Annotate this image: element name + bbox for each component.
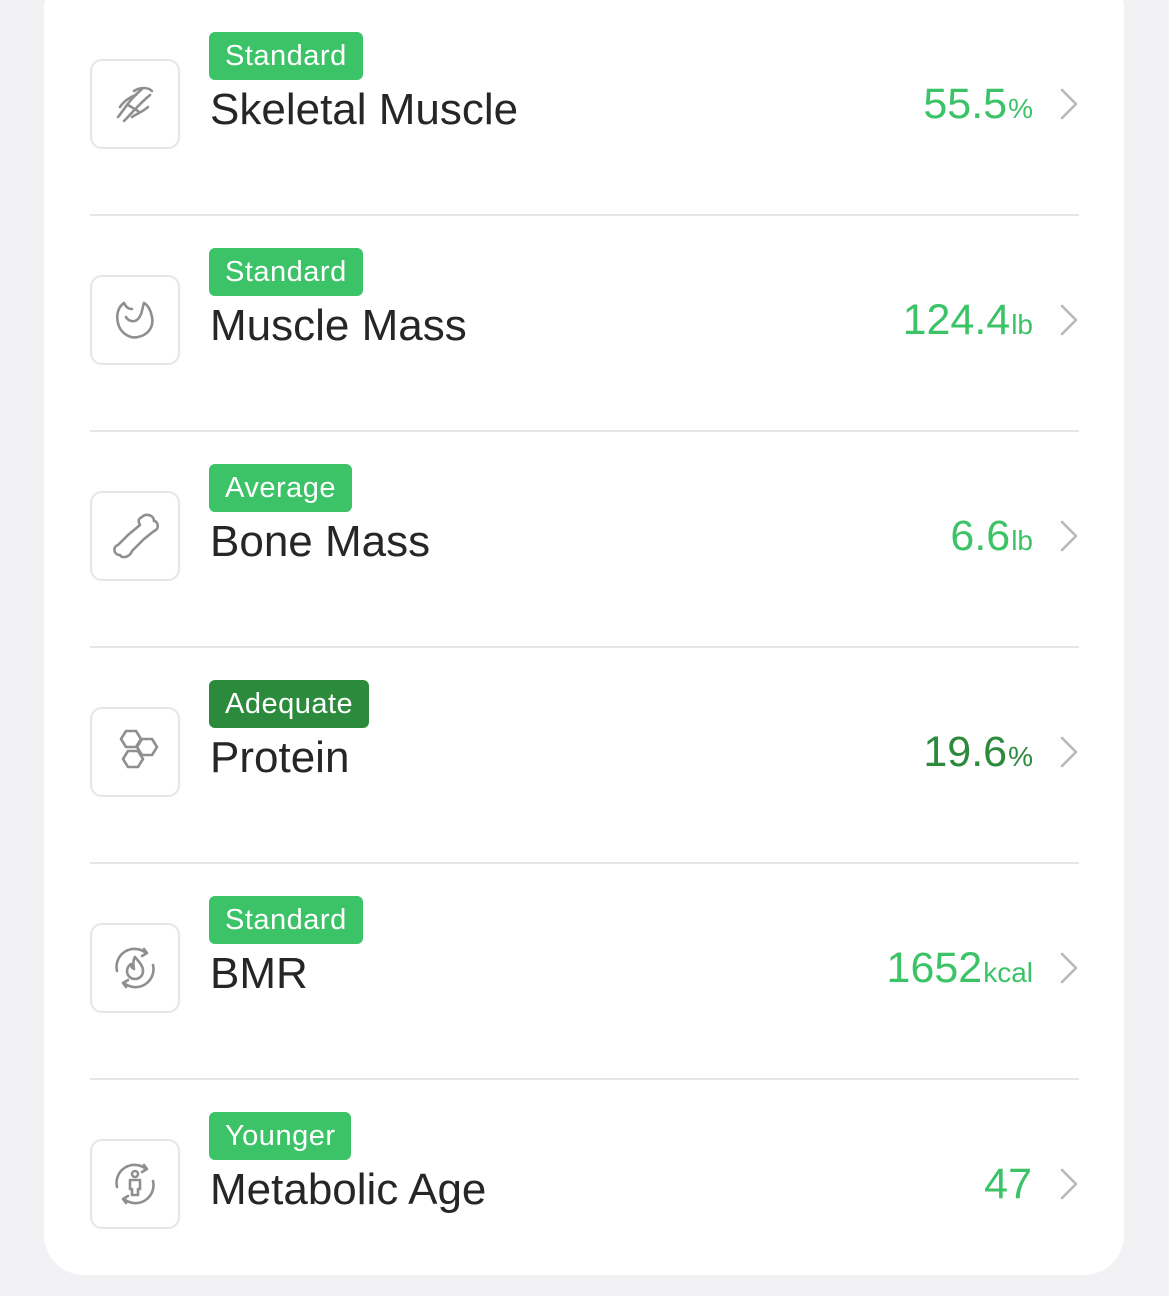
metric-row-protein[interactable]: Adequate Protein 19.6 % (90, 648, 1079, 864)
metric-value-number: 1652 (886, 944, 983, 992)
chevron-right-icon (1060, 88, 1078, 120)
metric-value-number: 6.6 (950, 512, 1011, 560)
metric-value-unit: % (1008, 93, 1033, 124)
chevron-right-icon (1060, 952, 1078, 984)
metric-value: 124.4 lb (903, 292, 1033, 348)
status-badge: Standard (209, 248, 363, 296)
chevron-right-icon (1060, 1168, 1078, 1200)
status-badge: Adequate (209, 680, 370, 728)
metric-value-unit: lb (1011, 309, 1033, 340)
metric-label: BMR (210, 949, 308, 998)
metric-value-unit: % (1008, 741, 1033, 772)
metric-label: Muscle Mass (210, 301, 467, 350)
status-badge: Average (209, 464, 352, 512)
chevron-right-icon (1060, 304, 1078, 336)
metric-row-bmr[interactable]: Standard BMR 1652 kcal (90, 864, 1079, 1080)
metric-value: 19.6 % (923, 724, 1033, 780)
metric-value: 55.5 % (923, 76, 1033, 132)
bone-icon (90, 491, 180, 581)
metric-value-unit: kcal (983, 957, 1033, 988)
status-badge: Standard (209, 896, 363, 944)
metric-row-metabolic-age[interactable]: Younger Metabolic Age 47 (90, 1080, 1079, 1296)
metric-row-skeletal-muscle[interactable]: Standard Skeletal Muscle 55.5 % (90, 0, 1079, 216)
chevron-right-icon (1060, 520, 1078, 552)
metric-label: Bone Mass (210, 517, 431, 566)
metric-value-number: 19.6 (923, 728, 1008, 776)
status-badge: Younger (209, 1112, 352, 1160)
metric-value: 6.6 lb (950, 508, 1033, 564)
metric-label: Metabolic Age (210, 1165, 487, 1214)
metric-label: Protein (210, 733, 350, 782)
metric-row-muscle-mass[interactable]: Standard Muscle Mass 124.4 lb (90, 216, 1079, 432)
bmr-flame-icon (90, 923, 180, 1013)
metric-label: Skeletal Muscle (210, 85, 519, 134)
metric-row-bone-mass[interactable]: Average Bone Mass 6.6 lb (90, 432, 1079, 648)
muscle-mass-icon (90, 275, 180, 365)
metric-value: 47 (984, 1156, 1033, 1212)
metric-value-number: 124.4 (902, 296, 1011, 344)
metric-value-unit: lb (1011, 525, 1033, 556)
chevron-right-icon (1060, 736, 1078, 768)
metric-value-number: 47 (984, 1160, 1032, 1208)
status-badge: Standard (209, 32, 363, 80)
metric-value: 1652 kcal (887, 940, 1033, 996)
metric-value-number: 55.5 (923, 80, 1008, 128)
metabolic-age-icon (90, 1139, 180, 1229)
protein-icon (90, 707, 180, 797)
skeletal-muscle-icon (90, 59, 180, 149)
